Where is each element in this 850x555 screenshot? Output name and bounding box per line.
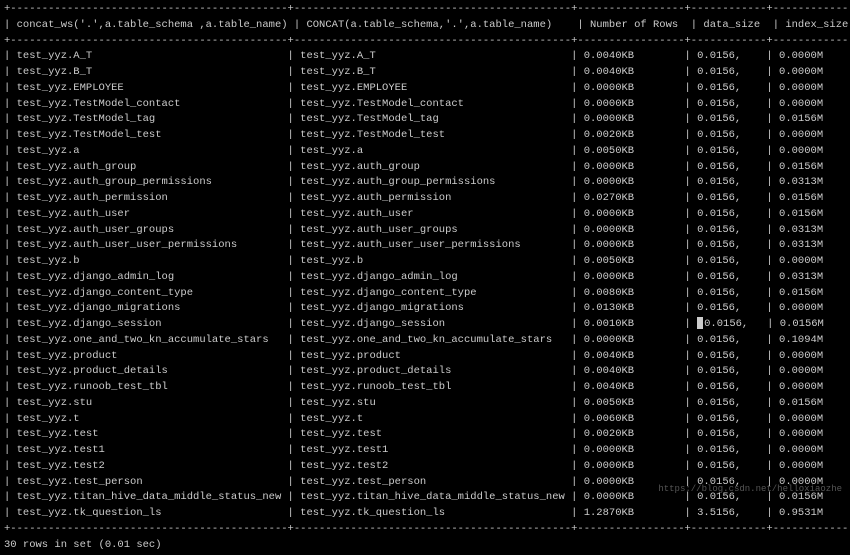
mysql-result-table: +---------------------------------------…: [0, 0, 850, 555]
watermark: https://blog.csdn.net/helloxiaozhe: [658, 483, 842, 497]
